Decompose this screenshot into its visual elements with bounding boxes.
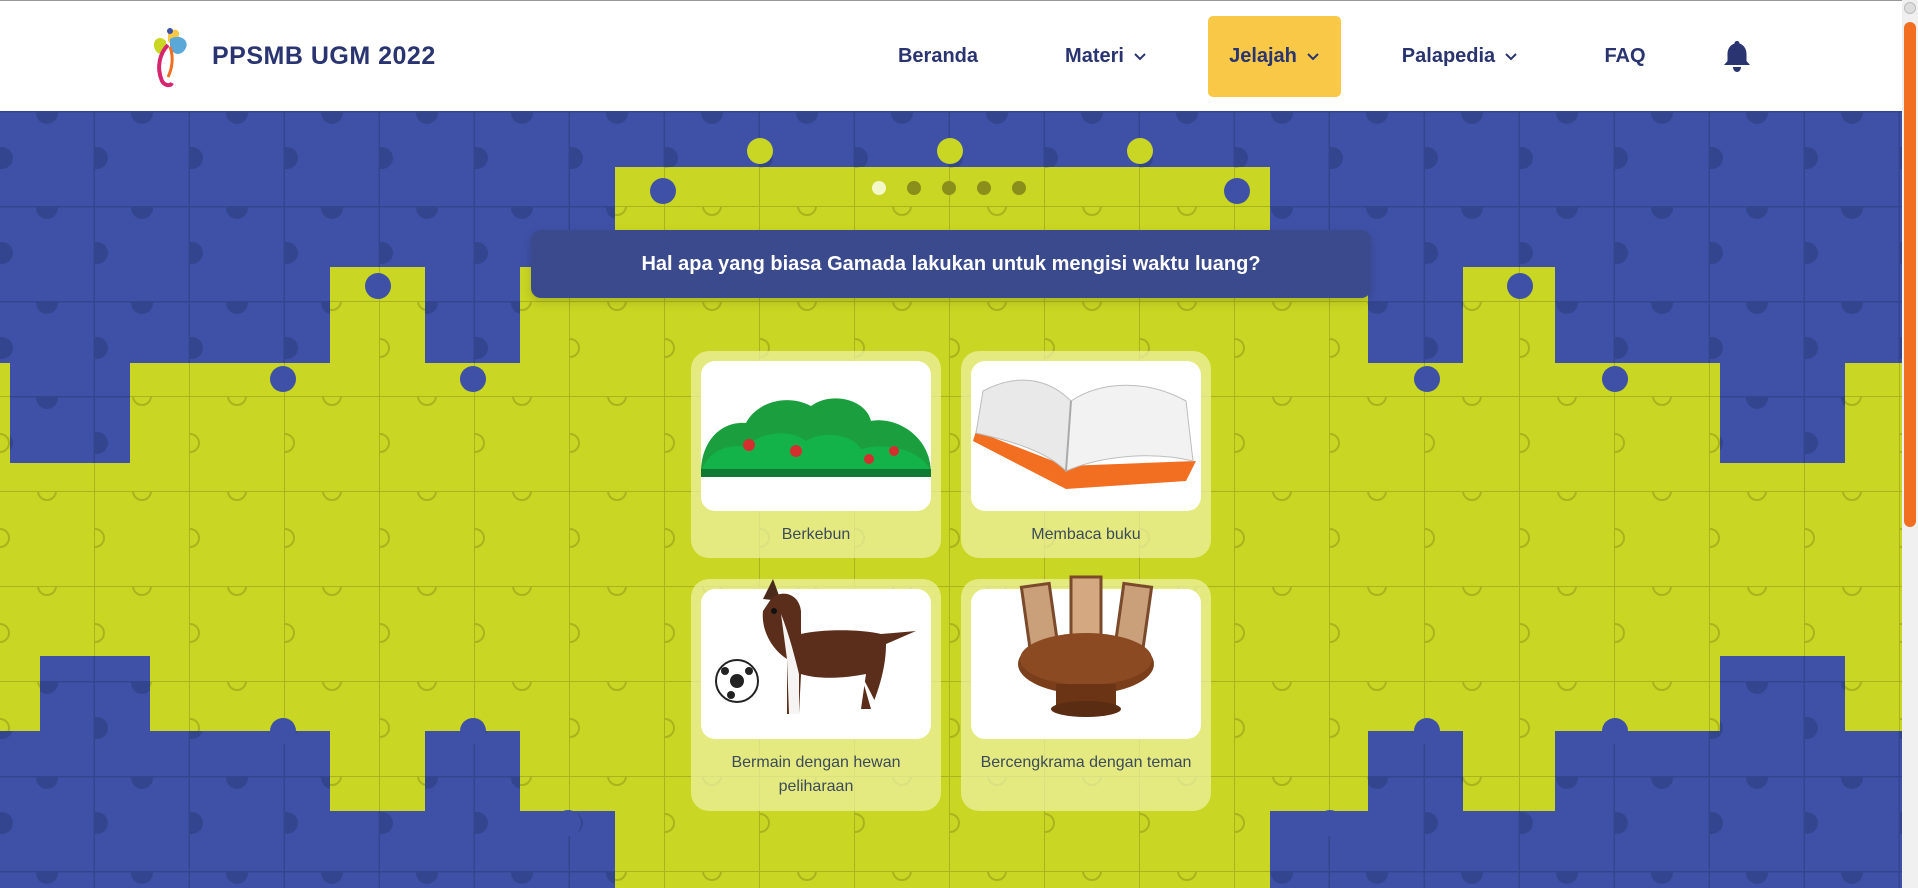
carousel-dot[interactable]	[907, 181, 921, 195]
page-scrollbar[interactable]	[1902, 0, 1918, 888]
scroll-up-button[interactable]	[1904, 2, 1916, 14]
top-navbar: PPSMB UGM 2022 Beranda Materi Jelajah Pa…	[0, 0, 1902, 111]
nav-item-beranda[interactable]: Beranda	[885, 16, 991, 97]
carousel-dot[interactable]	[872, 181, 886, 195]
quiz-question: Hal apa yang biasa Gamada lakukan untuk …	[531, 230, 1371, 298]
nav-label: FAQ	[1604, 45, 1646, 67]
option-label: Berkebun	[781, 526, 851, 543]
nav-item-materi[interactable]: Materi	[1046, 16, 1166, 97]
scrollbar-thumb[interactable]	[1904, 22, 1916, 527]
option-image	[701, 361, 931, 511]
ppsmb-flower-logo-icon	[153, 28, 187, 88]
carousel-dot[interactable]	[942, 181, 956, 195]
open-book-illustration-icon	[973, 379, 1196, 489]
dog-with-ball-illustration-icon	[715, 579, 916, 714]
nav-label: Beranda	[897, 45, 979, 67]
answer-option-membaca-buku[interactable]: Membaca buku	[961, 351, 1211, 558]
nav-item-jelajah[interactable]: Jelajah	[1208, 16, 1341, 97]
option-image	[701, 579, 931, 739]
round-table-chairs-illustration-icon	[1018, 575, 1154, 717]
answer-option-berkebun[interactable]: Berkebun	[691, 351, 941, 558]
chevron-down-icon	[1134, 52, 1146, 60]
option-image	[971, 575, 1201, 739]
nav-item-palapedia[interactable]: Palapedia	[1390, 16, 1530, 97]
answer-option-bercengkrama[interactable]: Bercengkrama dengan teman	[961, 575, 1211, 811]
brand[interactable]: PPSMB UGM 2022	[148, 21, 436, 91]
carousel-dot[interactable]	[977, 181, 991, 195]
option-label: Membaca buku	[1031, 526, 1141, 543]
nav-label: Jelajah	[1229, 45, 1297, 67]
quiz-hero: Hal apa yang biasa Gamada lakukan untuk …	[0, 111, 1902, 888]
nav-label: Palapedia	[1401, 45, 1496, 67]
chevron-down-icon	[1505, 52, 1517, 60]
bell-icon[interactable]	[1722, 39, 1752, 73]
chevron-down-icon	[1307, 52, 1319, 60]
option-label: Bercengkrama dengan teman	[980, 754, 1192, 771]
brand-name: PPSMB UGM 2022	[212, 41, 436, 70]
carousel-dot[interactable]	[1012, 181, 1026, 195]
option-image	[971, 361, 1201, 511]
nav-item-faq[interactable]: FAQ	[1585, 16, 1665, 97]
nav-label: Materi	[1065, 45, 1124, 67]
option-label: Bermain dengan hewan peliharaan	[731, 754, 901, 795]
puzzle-background	[0, 111, 1902, 888]
answer-option-bermain-hewan[interactable]: Bermain dengan hewan peliharaan	[691, 579, 941, 811]
carousel-indicators	[872, 181, 1026, 195]
garden-bushes-illustration-icon	[701, 398, 931, 477]
